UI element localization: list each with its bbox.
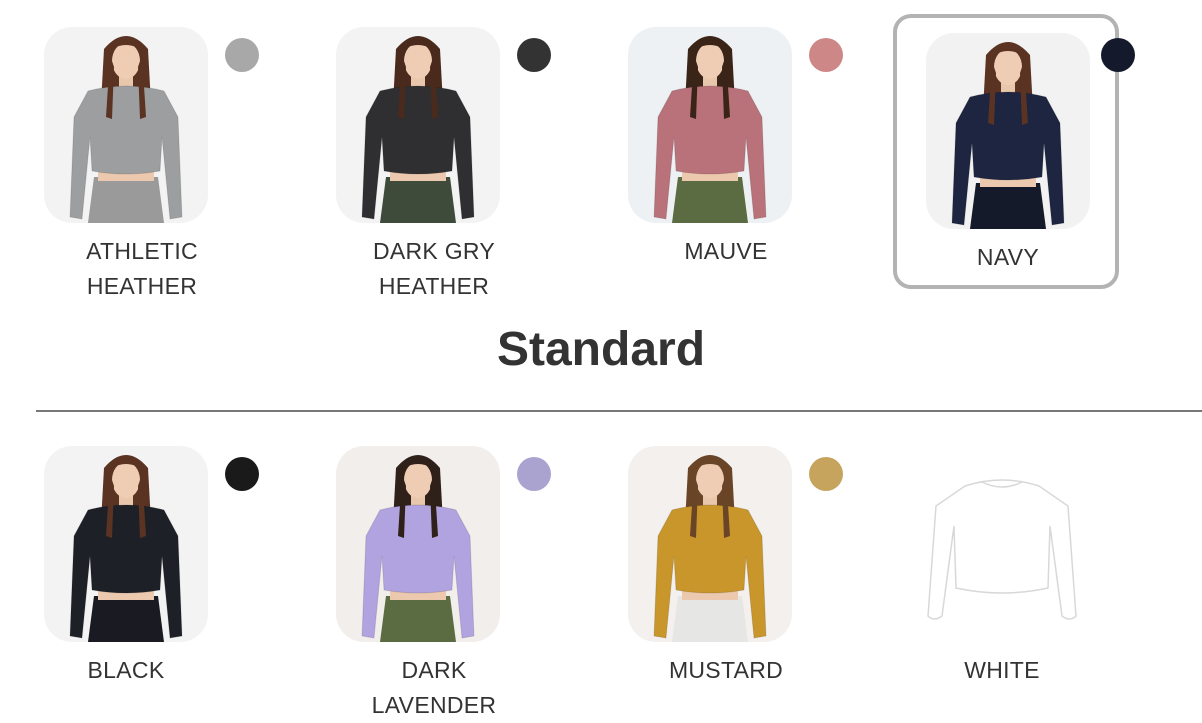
- product-image[interactable]: [336, 27, 500, 223]
- model-illustration: [653, 455, 767, 642]
- product-image[interactable]: [44, 27, 208, 223]
- color-name: NAVY: [976, 244, 1040, 270]
- section-title: Standard: [496, 323, 706, 376]
- color-name-line1: ATHLETIC: [86, 238, 198, 264]
- model-illustration: [69, 455, 183, 642]
- section-divider: [36, 410, 1202, 412]
- color-name-line2: HEATHER: [378, 273, 490, 299]
- model-illustration: [951, 42, 1065, 229]
- model-illustration: [361, 36, 475, 223]
- model-illustration: [927, 479, 1077, 620]
- product-image[interactable]: [920, 446, 1084, 642]
- swatch-white[interactable]: WHITE: [876, 419, 1160, 719]
- model-illustration: [69, 36, 183, 223]
- color-dot: [809, 38, 843, 72]
- color-dot: [1101, 38, 1135, 72]
- swatch-navy[interactable]: NAVY: [882, 6, 1166, 306]
- product-image[interactable]: [628, 446, 792, 642]
- color-dot: [809, 457, 843, 491]
- color-dot: [225, 457, 259, 491]
- color-dot: [225, 38, 259, 72]
- color-name-line2: LAVENDER: [371, 692, 497, 718]
- color-name: MAUVE: [684, 238, 768, 264]
- color-name-line1: DARK GRY: [372, 238, 496, 264]
- color-dot: [517, 457, 551, 491]
- color-name: BLACK: [87, 657, 165, 683]
- color-dot: [517, 38, 551, 72]
- swatch-dark-gry-heather[interactable]: DARK GRY HEATHER: [292, 0, 576, 300]
- swatch-mauve[interactable]: MAUVE: [584, 0, 868, 300]
- product-image[interactable]: [628, 27, 792, 223]
- swatch-dark-lavender[interactable]: DARK LAVENDER: [292, 419, 576, 719]
- product-image[interactable]: [926, 33, 1090, 229]
- color-name: WHITE: [964, 657, 1040, 683]
- swatch-athletic-heather[interactable]: ATHLETIC HEATHER: [0, 0, 284, 300]
- swatch-mustard[interactable]: MUSTARD: [584, 419, 868, 719]
- model-illustration: [653, 36, 767, 223]
- model-illustration: [361, 455, 475, 642]
- color-name: MUSTARD: [668, 657, 784, 683]
- color-name-line1: DARK: [401, 657, 467, 683]
- swatch-black[interactable]: BLACK: [0, 419, 284, 719]
- product-image[interactable]: [336, 446, 500, 642]
- color-name-line2: HEATHER: [86, 273, 198, 299]
- product-image[interactable]: [44, 446, 208, 642]
